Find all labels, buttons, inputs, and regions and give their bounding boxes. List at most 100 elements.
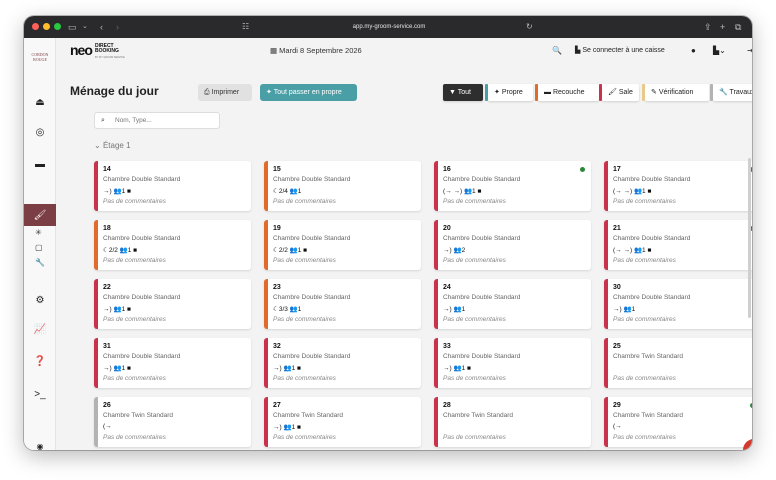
address-bar[interactable]: app.my-groom-service.com [314,20,464,34]
room-card[interactable]: 32 Chambre Double Standard →) 👥1 ■ Pas de c… [264,338,421,388]
room-card[interactable]: 26 Chambre Twin Standard (→ Pas de commenta… [94,397,251,447]
room-card[interactable]: 29 Chambre Twin Standard (→ Pas de commenta… [604,397,752,447]
forward-icon[interactable]: › [116,20,119,34]
room-type: Chambre Double Standard [613,235,691,242]
room-number: 21 [613,225,621,232]
filter-works-button[interactable]: 🔧 Travaux [710,84,752,101]
room-number: 23 [273,284,281,291]
chart-icon[interactable]: 📈 [32,321,48,337]
filter-recouche-button[interactable]: ▬ Recouche [535,84,599,101]
room-card[interactable]: 19 Chambre Double Standard ☾2/2 👥1 ■ Pas de… [264,220,421,270]
floor-label: Étage 1 [102,141,131,150]
filter-icon: 🔧 [719,89,730,96]
room-number: 17 [613,166,621,173]
filter-dirty-button[interactable]: 🖌 Sale [599,84,639,101]
brand-logo[interactable]: neo [70,43,93,57]
current-date[interactable]: ▦ Mardi 8 Septembre 2026 [270,46,362,55]
room-comment: Pas de commentaires [613,198,676,205]
hotel-select-icon[interactable]: ▙⌄ [713,46,726,55]
room-card[interactable]: 22 Chambre Double Standard →) 👥1 ■ Pas de c… [94,279,251,329]
room-status-bar [604,161,608,211]
zoom-window-button[interactable] [54,23,61,30]
connect-register-button[interactable]: ▙ Se connecter à une caisse [575,46,665,54]
broom-icon[interactable]: 🖌 [32,207,48,223]
filter-color-bar [485,84,488,101]
room-card[interactable]: 31 Chambre Double Standard →) 👥1 ■ Pas de c… [94,338,251,388]
reload-icon[interactable]: ↻ [526,20,533,34]
room-comment: Pas de commentaires [443,316,506,323]
filter-color-bar [642,84,645,101]
floor-section-toggle[interactable]: ⌄ Étage 1 [94,141,131,150]
room-status-bar [94,220,98,270]
room-type: Chambre Double Standard [443,235,521,242]
room-info-icons: (→ [103,423,112,430]
browser-window: ▭ ⌄ ‹ › ☷ app.my-groom-service.com ↻ ⇪ +… [24,16,752,450]
room-type: Chambre Double Standard [613,176,691,183]
search-icon[interactable]: 🔍 [552,46,562,55]
room-type: Chambre Double Standard [443,176,521,183]
room-info-icons: (→ →) 👥1 ■ [613,247,652,254]
room-card[interactable]: 16 Chambre Double Standard (→ →) 👥1 ■ Pas d… [434,161,591,211]
room-type: Chambre Double Standard [273,176,351,183]
room-number: 30 [613,284,621,291]
wallet-icon[interactable]: ▬ [32,156,48,172]
room-comment: Pas de commentaires [103,316,166,323]
scrollbar[interactable] [748,158,751,318]
room-card[interactable]: 20 Chambre Double Standard →) 👥2 Pas de com… [434,220,591,270]
room-card[interactable]: 17 Chambre Double Standard (→ →) 👥1 ■ Pas d… [604,161,752,211]
chevron-down-icon: ⌄ [94,141,103,150]
room-number: 15 [273,166,281,173]
print-button[interactable]: ⎙ Imprimer [198,84,252,101]
eject-icon[interactable]: ⏏ [32,94,48,110]
close-window-button[interactable] [32,23,39,30]
page-title: Ménage du jour [70,84,159,98]
terminal-icon[interactable]: >_ [32,386,48,402]
sparkle-icon: ✦ [266,89,274,96]
minimize-window-button[interactable] [43,23,50,30]
logout-icon[interactable]: ⇥ [747,46,752,55]
room-card[interactable]: 27 Chambre Twin Standard →) 👥1 ■ Pas de com… [264,397,421,447]
room-comment: Pas de commentaires [613,316,676,323]
sidebar-toggle-icon[interactable]: ▭ [68,20,77,34]
chevron-down-icon[interactable]: ⌄ [82,20,88,34]
search-placeholder: Nom, Type... [115,117,152,124]
room-number: 19 [273,225,281,232]
room-card[interactable]: 33 Chambre Double Standard →) 👥1 ■ Pas de c… [434,338,591,388]
room-card[interactable]: 24 Chambre Double Standard →) 👥1 Pas de com… [434,279,591,329]
hotel-logo[interactable]: CORDON ROUGE [27,52,53,70]
room-status-bar [264,397,268,447]
search-input[interactable]: ⌕ Nom, Type... [94,112,220,129]
calendar-icon[interactable]: ▢ [35,243,43,252]
room-card[interactable]: 18 Chambre Double Standard ☾2/2 👥1 ■ Pas de… [94,220,251,270]
help-circle-icon[interactable]: ● [691,46,696,55]
room-card[interactable]: 30 Chambre Double Standard →) 👥1 Pas de com… [604,279,752,329]
room-status-bar [94,338,98,388]
tabs-overview-icon[interactable]: ⧉ [735,20,741,34]
filter-verification-button[interactable]: ✎ Vérification [642,84,709,101]
back-icon[interactable]: ‹ [100,20,103,34]
room-card[interactable]: 23 Chambre Double Standard ☾3/3 👥1 Pas de c… [264,279,421,329]
room-type: Chambre Twin Standard [613,353,683,360]
filter-all-button[interactable]: ▼ Tout [443,84,483,101]
room-card[interactable]: 25 Chambre Twin Standard Pas de commentair… [604,338,752,388]
room-card[interactable]: 21 Chambre Double Standard (→ →) 👥1 ■ Pas d… [604,220,752,270]
chat-icon: ▬ [749,445,752,451]
room-number: 29 [613,402,621,409]
target-icon[interactable]: ◉ [32,438,48,451]
settings-icon[interactable]: ⚙ [32,292,48,308]
room-card[interactable]: 28 Chambre Twin Standard Pas de commentair… [434,397,591,447]
help-icon[interactable]: ❓ [32,353,48,369]
privacy-icon[interactable]: ☷ [242,20,249,34]
filter-clean-button[interactable]: ✦ Propre [485,84,533,101]
new-tab-icon[interactable]: + [720,20,725,34]
room-card[interactable]: 15 Chambre Double Standard ☾2/4 👥1 Pas de c… [264,161,421,211]
occupancy-dot [580,167,585,172]
main-content: neo DIRECT BOOKING BY MY GROOM SERVICE ▦ … [57,38,752,450]
sparkle-icon[interactable]: ✳ [35,228,42,237]
room-card[interactable]: 14 Chambre Double Standard →) 👥1 ■ Pas de c… [94,161,251,211]
piggy-bank-icon[interactable]: ◎ [32,124,48,140]
share-icon[interactable]: ⇪ [704,20,712,34]
wrench-icon[interactable]: 🔧 [35,258,45,267]
filter-label: Sale [618,89,633,96]
mark-all-clean-button[interactable]: ✦ Tout passer en propre [260,84,357,101]
